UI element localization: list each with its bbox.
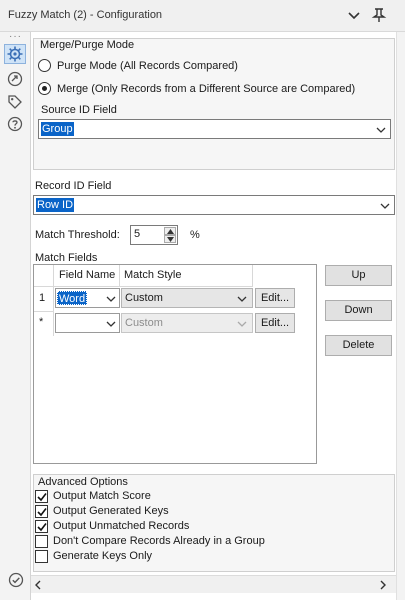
chevron-down-icon: [106, 296, 116, 302]
column-header-label: Match Style: [124, 269, 182, 281]
field-name-combo[interactable]: [55, 313, 120, 333]
match-style-combo[interactable]: Custom: [121, 288, 253, 308]
column-header-match-style[interactable]: Match Style: [120, 265, 253, 287]
edit-button-label: Edit...: [260, 292, 290, 304]
field-name-combo[interactable]: Word: [55, 288, 120, 308]
checkbox[interactable]: [35, 505, 48, 518]
down-button[interactable]: Down: [325, 300, 392, 321]
chevron-down-icon: [237, 296, 247, 302]
option-label: Generate Keys Only: [53, 550, 153, 562]
radio-selected-dot: [42, 86, 47, 91]
delete-button[interactable]: Delete: [325, 335, 392, 356]
chevron-down-icon: [376, 127, 386, 133]
chevron-down-icon: [380, 203, 390, 209]
up-button[interactable]: Up: [325, 265, 392, 286]
triangle-up-icon: [167, 229, 174, 234]
window-title: Fuzzy Match (2) - Configuration: [8, 9, 163, 21]
edit-button[interactable]: Edit...: [255, 288, 295, 308]
checkbox[interactable]: [35, 490, 48, 503]
row-header: *: [34, 312, 54, 336]
option-label: Output Generated Keys: [53, 505, 169, 517]
row-marker: 1: [39, 292, 46, 304]
chevron-down-icon: [106, 321, 116, 327]
dots-icon: ···: [9, 31, 22, 42]
checkmark-icon: [37, 523, 47, 532]
row-header: 1: [34, 287, 54, 312]
spin-up-button[interactable]: [164, 227, 176, 235]
match-style-value: Custom: [125, 317, 163, 329]
checkbox[interactable]: [35, 550, 48, 563]
chevron-right-icon[interactable]: [379, 580, 387, 590]
option-label: Output Unmatched Records: [53, 520, 190, 532]
column-header-field-name[interactable]: Field Name: [54, 265, 120, 287]
edit-button-label: Edit...: [260, 317, 290, 329]
record-id-select[interactable]: Row ID: [33, 195, 395, 215]
checkbox[interactable]: [35, 535, 48, 548]
triangle-down-icon: [167, 237, 174, 242]
delete-button-label: Delete: [342, 339, 375, 351]
advanced-options-label: Advanced Options: [38, 476, 128, 488]
threshold-label: Match Threshold:: [35, 229, 120, 241]
down-button-label: Down: [344, 304, 373, 316]
help-icon[interactable]: [6, 115, 24, 133]
source-id-value: Group: [41, 122, 74, 136]
checkmark-icon: [37, 508, 47, 517]
purge-mode-label: Purge Mode (All Records Compared): [57, 60, 238, 72]
title-bar: Fuzzy Match (2) - Configuration: [0, 0, 405, 32]
chevron-down-icon[interactable]: [346, 8, 362, 24]
match-fields-grid: Field Name Match Style 1 Word Custom Edi…: [33, 264, 317, 464]
tag-icon[interactable]: [6, 93, 24, 111]
threshold-spinner[interactable]: 5: [130, 225, 178, 245]
threshold-value: 5: [134, 228, 141, 240]
match-style-combo-disabled: Custom: [121, 313, 253, 333]
match-style-value: Custom: [125, 292, 163, 304]
up-button-label: Up: [351, 269, 366, 281]
vertical-scrollbar[interactable]: [396, 32, 405, 600]
edit-button[interactable]: Edit...: [255, 313, 295, 333]
row-marker: *: [39, 316, 44, 328]
field-name-value: Word: [57, 291, 88, 305]
option-label: Output Match Score: [53, 490, 151, 502]
source-id-select[interactable]: Group: [38, 119, 391, 139]
record-id-value: Row ID: [36, 198, 75, 212]
check-circle-icon[interactable]: [7, 571, 25, 589]
source-id-label: Source ID Field: [41, 104, 117, 116]
checkmark-icon: [37, 493, 47, 502]
horizontal-scrollbar[interactable]: [31, 575, 396, 593]
merge-purge-label: Merge/Purge Mode: [40, 39, 135, 51]
chevron-down-icon: [237, 321, 247, 327]
column-header-label: Field Name: [59, 269, 116, 281]
chevron-left-icon[interactable]: [34, 580, 42, 590]
option-label: Don't Compare Records Already in a Group: [53, 535, 265, 547]
grid-corner: [34, 265, 54, 287]
merge-mode-label: Merge (Only Records from a Different Sou…: [57, 83, 356, 95]
gear-icon[interactable]: [6, 45, 24, 63]
pin-icon[interactable]: [371, 7, 387, 23]
match-fields-label: Match Fields: [35, 252, 98, 264]
connection-icon[interactable]: [6, 70, 24, 88]
spin-down-button[interactable]: [164, 235, 176, 243]
checkbox[interactable]: [35, 520, 48, 533]
merge-mode-radio[interactable]: [38, 82, 51, 95]
purge-mode-radio[interactable]: [38, 59, 51, 72]
threshold-unit: %: [190, 229, 200, 241]
record-id-label: Record ID Field: [35, 180, 112, 192]
